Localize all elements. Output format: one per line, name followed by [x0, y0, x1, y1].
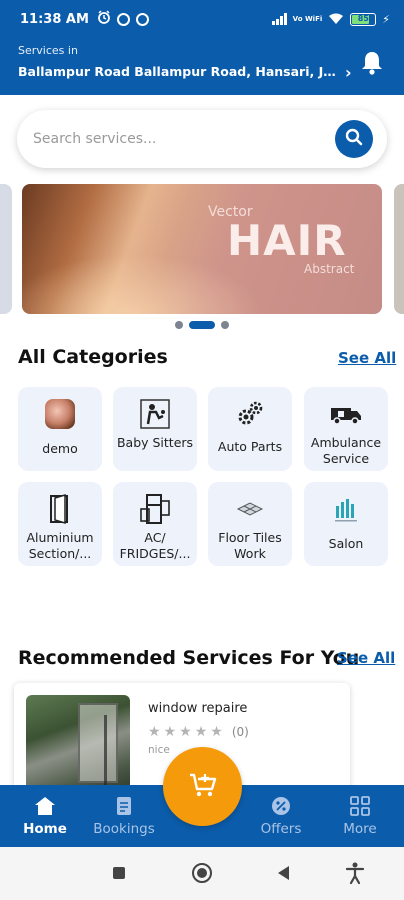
- window-bar-shape: [104, 715, 107, 785]
- charging-icon: ⚡: [382, 12, 390, 26]
- categories-see-all-link[interactable]: See All: [338, 349, 396, 367]
- category-salon[interactable]: Salon: [304, 482, 388, 566]
- system-navigation-bar: [0, 847, 404, 900]
- star-icon: ★: [163, 724, 177, 740]
- window-frame-shape: [78, 703, 118, 783]
- carousel-dot[interactable]: [221, 321, 229, 329]
- banner-next-peek[interactable]: [394, 184, 404, 314]
- star-icon: ★: [210, 724, 223, 740]
- recommended-title: Recommended Services For You: [18, 647, 360, 669]
- signal-icon: [271, 13, 287, 25]
- gears-icon: [233, 397, 267, 431]
- back-button[interactable]: [278, 866, 289, 880]
- nav-home[interactable]: Home: [5, 785, 85, 847]
- star-icon: ★: [148, 724, 161, 740]
- category-label: Aluminium Section/...: [26, 530, 94, 561]
- nav-label: Bookings: [93, 821, 155, 837]
- banner-prev-peek[interactable]: [0, 184, 12, 314]
- app-notification-icon: [116, 12, 130, 26]
- category-label: demo: [42, 441, 78, 456]
- status-time: 11:38 AM: [20, 11, 89, 27]
- nav-more[interactable]: More: [320, 785, 400, 847]
- location-address[interactable]: Ballampur Road Ballampur Road, Hansari, …: [18, 64, 336, 79]
- rating-count: (0): [231, 725, 249, 739]
- header-bar: 11:38 AM Vo WiFi 85 ⚡ Services in Ballam…: [0, 0, 404, 95]
- carousel-dot-active[interactable]: [189, 321, 215, 329]
- search-icon: [345, 128, 363, 150]
- service-description: nice: [148, 744, 170, 756]
- status-bar: 11:38 AM Vo WiFi 85 ⚡: [0, 0, 404, 38]
- door-icon: [43, 492, 77, 526]
- carousel-dot[interactable]: [175, 321, 183, 329]
- star-icon: ★: [194, 724, 208, 740]
- star-icon: ★: [179, 724, 192, 740]
- wifi-icon: [328, 13, 344, 25]
- salon-icon: [329, 492, 363, 526]
- tiles-icon: [233, 492, 267, 526]
- service-title: window repaire: [148, 701, 248, 716]
- app-screen: 11:38 AM Vo WiFi 85 ⚡ Services in Ballam…: [0, 0, 404, 900]
- category-floor-tiles-work[interactable]: Floor Tiles Work: [208, 482, 292, 566]
- cart-fab-button[interactable]: [163, 747, 242, 826]
- category-auto-parts[interactable]: Auto Parts: [208, 387, 292, 471]
- category-label: Baby Sitters: [116, 435, 194, 450]
- category-label: Auto Parts: [217, 439, 283, 454]
- category-label: Floor Tiles Work: [218, 530, 282, 561]
- status-system-icons: Vo WiFi 85 ⚡: [271, 12, 390, 26]
- recommended-see-all-link[interactable]: See All: [337, 649, 395, 667]
- offers-icon: [270, 795, 292, 817]
- accessibility-icon[interactable]: [344, 861, 366, 885]
- fridge-icon: [138, 492, 172, 526]
- nav-label: Offers: [260, 821, 302, 837]
- home-system-button[interactable]: [192, 863, 212, 883]
- carousel-indicator: [0, 320, 404, 330]
- status-notification-icons: [97, 10, 149, 28]
- rating-stars: ★ ★ ★ ★ ★ (0): [148, 724, 249, 740]
- notification-bell-icon[interactable]: [360, 50, 384, 76]
- network-type-label: Vo WiFi: [292, 14, 323, 23]
- app-notification-icon-2: [135, 12, 149, 26]
- home-icon: [34, 795, 56, 817]
- bookings-icon: [113, 795, 135, 817]
- category-ac-fridges[interactable]: AC/ FRIDGES/...: [113, 482, 197, 566]
- category-label: AC/ FRIDGES/...: [119, 530, 191, 561]
- category-label: Salon: [328, 536, 364, 551]
- promo-banner[interactable]: Vector HAIR Abstract: [22, 184, 382, 314]
- category-label: Ambulance Service: [310, 435, 382, 466]
- banner-text-abstract: Abstract: [304, 262, 355, 276]
- nav-label: Home: [23, 821, 67, 837]
- chevron-right-icon[interactable]: ›: [345, 63, 352, 82]
- services-in-label: Services in: [18, 44, 78, 57]
- nav-label: More: [343, 821, 377, 837]
- grid-icon: [349, 795, 371, 817]
- service-image: [26, 695, 130, 790]
- recents-button[interactable]: [113, 867, 125, 879]
- search-input[interactable]: [33, 124, 323, 154]
- banner-text-hair: HAIR: [227, 216, 347, 265]
- nav-bookings[interactable]: Bookings: [84, 785, 164, 847]
- category-baby-sitters[interactable]: Baby Sitters: [113, 387, 197, 471]
- nav-offers[interactable]: Offers: [241, 785, 321, 847]
- alarm-icon: [97, 10, 111, 28]
- cart-add-icon: [188, 771, 218, 803]
- baby-sitter-icon: [138, 397, 172, 431]
- category-aluminium-section[interactable]: Aluminium Section/...: [18, 482, 102, 566]
- battery-icon: 85: [350, 12, 377, 26]
- category-demo[interactable]: demo: [18, 387, 102, 471]
- ambulance-icon: [329, 397, 363, 431]
- demo-photo-icon: [43, 397, 77, 431]
- search-bar: [17, 110, 387, 168]
- category-ambulance-service[interactable]: Ambulance Service: [304, 387, 388, 471]
- battery-level: 85: [357, 13, 369, 23]
- search-button[interactable]: [335, 120, 373, 158]
- categories-title: All Categories: [18, 346, 168, 368]
- banner-hair-image: [22, 254, 262, 314]
